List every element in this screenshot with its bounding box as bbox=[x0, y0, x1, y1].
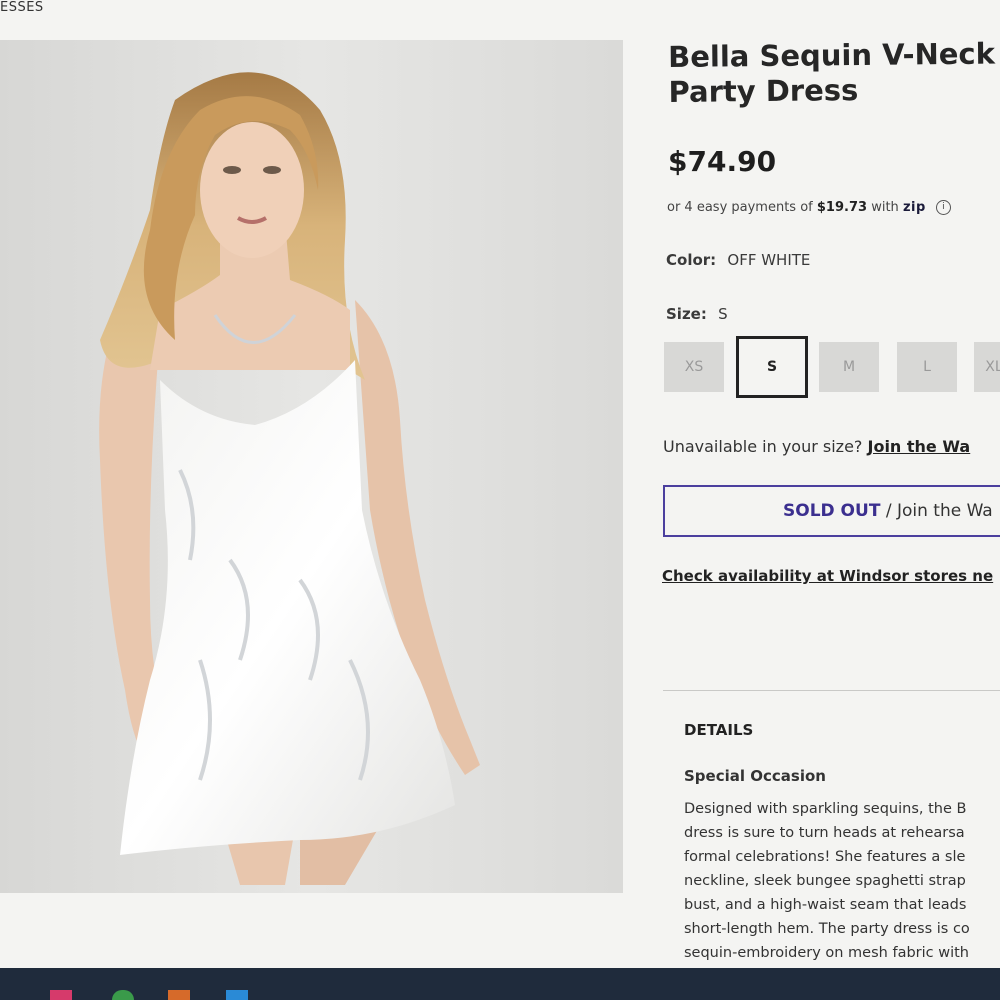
product-price: $74.90 bbox=[668, 145, 777, 178]
description-line: neckline, sleek bungee spaghetti strap bbox=[684, 873, 966, 889]
join-waitlist-label: Join the Wa bbox=[896, 501, 993, 521]
description-line: sequin-embroidery on mesh fabric with bbox=[684, 945, 969, 961]
color-label: Color: bbox=[666, 251, 717, 269]
installment-prefix: or 4 easy payments of bbox=[667, 200, 813, 215]
product-description: Designed with sparkling sequins, the B d… bbox=[684, 797, 1000, 965]
product-title: Bella Sequin V-Neck Party Dress bbox=[668, 37, 999, 110]
waitlist-question: Unavailable in your size? bbox=[663, 437, 863, 456]
installment-with: with bbox=[871, 200, 899, 215]
product-title-line2: Party Dress bbox=[668, 73, 859, 109]
taskbar-app-icon[interactable] bbox=[226, 990, 248, 1000]
join-waitlist-link[interactable]: Join the Wa bbox=[868, 437, 971, 456]
description-line: short-length hem. The party dress is co bbox=[684, 921, 970, 937]
product-image[interactable] bbox=[0, 40, 623, 893]
sold-out-separator: / bbox=[885, 501, 892, 521]
os-taskbar bbox=[0, 968, 1000, 1000]
installment-info: or 4 easy payments of $19.73 with zip i bbox=[667, 200, 951, 215]
browser-screen: ESSES Bella Sequin V-Neck Party Dress $7… bbox=[0, 0, 1000, 968]
taskbar-chrome-icon[interactable] bbox=[112, 990, 134, 1000]
size-row: Size: S bbox=[666, 305, 728, 323]
size-option-m[interactable]: M bbox=[819, 342, 879, 392]
color-row: Color: OFF WHITE bbox=[666, 251, 810, 269]
sold-out-button[interactable]: SOLD OUT / Join the Wa bbox=[663, 485, 1000, 537]
description-line: bust, and a high-waist seam that leads bbox=[684, 897, 967, 913]
taskbar-app-icon[interactable] bbox=[50, 990, 72, 1000]
description-line: Designed with sparkling sequins, the B bbox=[684, 801, 967, 817]
sold-out-label: SOLD OUT bbox=[783, 501, 881, 521]
size-selector: XS S M L XL bbox=[664, 336, 1000, 398]
installment-amount: $19.73 bbox=[816, 200, 868, 215]
size-option-l[interactable]: L bbox=[897, 342, 957, 392]
size-label: Size: bbox=[666, 305, 707, 323]
waitlist-prompt: Unavailable in your size? Join the Wa bbox=[663, 437, 970, 456]
size-value: S bbox=[718, 305, 728, 323]
description-line: formal celebrations! She features a sle bbox=[684, 849, 966, 865]
details-heading[interactable]: DETAILS bbox=[684, 721, 753, 739]
details-subheading: Special Occasion bbox=[684, 767, 826, 785]
description-line: dress is sure to turn heads at rehearsa bbox=[684, 825, 965, 841]
model-photo bbox=[0, 40, 623, 893]
divider bbox=[663, 690, 1000, 691]
breadcrumb[interactable]: ESSES bbox=[0, 0, 44, 15]
info-icon[interactable]: i bbox=[935, 200, 951, 215]
zip-logo: zip bbox=[902, 200, 926, 215]
check-store-availability-link[interactable]: Check availability at Windsor stores ne bbox=[662, 567, 993, 585]
product-title-line1: Bella Sequin V-Neck bbox=[668, 36, 996, 74]
size-option-xl[interactable]: XL bbox=[974, 342, 1000, 392]
color-value: OFF WHITE bbox=[727, 251, 811, 269]
size-option-xs[interactable]: XS bbox=[664, 342, 724, 392]
size-option-s[interactable]: S bbox=[736, 336, 808, 398]
taskbar-app-icon[interactable] bbox=[168, 990, 190, 1000]
